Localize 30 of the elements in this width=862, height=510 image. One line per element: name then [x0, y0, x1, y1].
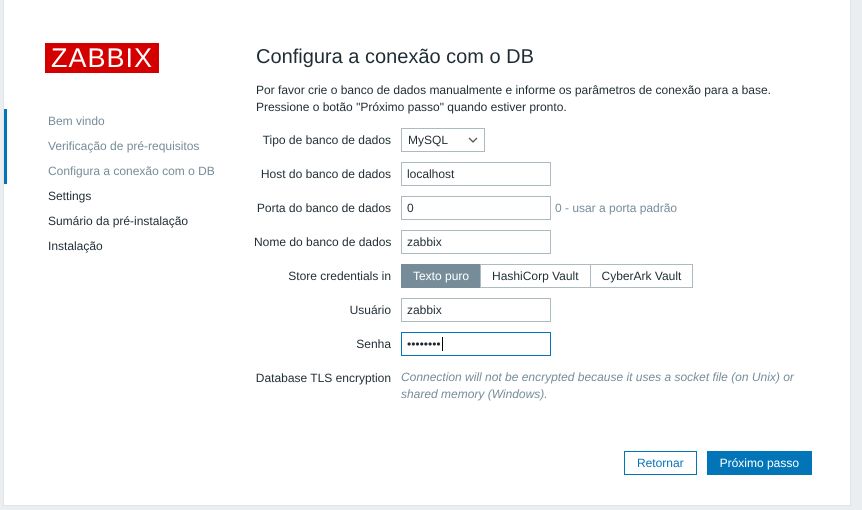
input-field[interactable]: zabbix: [401, 230, 551, 254]
field-label: Usuário: [348, 302, 391, 319]
field-label: Porta do banco de dados: [256, 200, 391, 217]
step-item: Settings: [47, 188, 92, 205]
field-label: Host do banco de dados: [260, 166, 391, 183]
step-item: Bem vindo: [4, 109, 256, 134]
input-field[interactable]: localhost: [401, 162, 551, 186]
field-label: Senha: [355, 336, 391, 353]
database-type-select[interactable]: MySQL: [401, 128, 485, 152]
field-label: Tipo de banco de dados: [262, 132, 391, 149]
next-button[interactable]: Próximo passo: [706, 451, 812, 475]
field-label: Nome do banco de dados: [254, 234, 391, 251]
input-field[interactable]: ••••••••: [401, 332, 551, 356]
input-field[interactable]: 0: [401, 196, 551, 220]
step-item: Configura a conexão com o DB: [4, 159, 256, 184]
segment-option[interactable]: HashiCorp Vault: [480, 264, 591, 288]
step-item: Sumário da pré-instalação: [47, 213, 190, 230]
field-label: Database TLS encryption: [254, 370, 391, 387]
note-text: Connection will not be encrypted because it uses a socket file (on Unix) or shared memory (Windows).: [401, 369, 796, 403]
segment-option[interactable]: CyberArk Vault: [590, 264, 694, 288]
field-label: Store credentials in: [287, 268, 391, 285]
page-title: Configura a conexão com o DB: [256, 46, 535, 69]
back-button[interactable]: Retornar: [624, 451, 697, 475]
chevron-icon: [468, 137, 478, 143]
hint-text: 0 - usar a porta padrão: [555, 201, 678, 215]
intro-text: Por favor crie o banco de dados manualmente e informe os parâmetros de conexão para a base. Pressione o botão "Próximo passo" quando estiver pronto.: [256, 82, 772, 116]
zabbix-logo: ZABBIX: [45, 43, 159, 73]
input-field[interactable]: zabbix: [401, 298, 551, 322]
step-item: Instalação: [47, 238, 104, 255]
step-item: Verificação de pré-requisitos: [4, 134, 256, 159]
